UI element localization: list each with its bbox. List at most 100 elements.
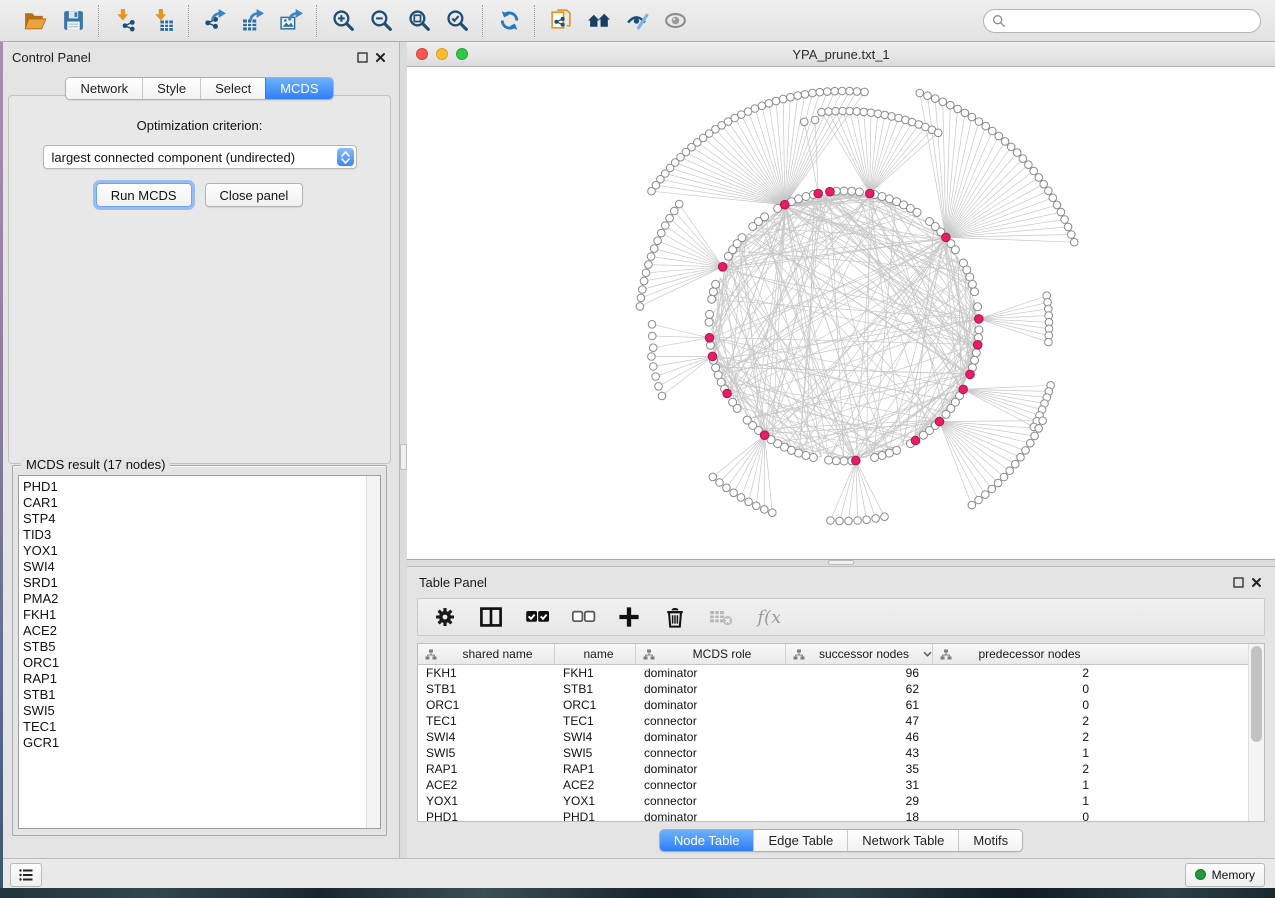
result-list-item[interactable]: STB1: [19, 687, 366, 703]
horizontal-splitter[interactable]: [407, 560, 1275, 567]
table-cell: FKH1: [555, 665, 636, 681]
gear-icon[interactable]: [432, 605, 458, 629]
result-list-item[interactable]: RAP1: [19, 671, 366, 687]
minimize-window-icon[interactable]: [436, 48, 448, 60]
result-list-item[interactable]: STB5: [19, 639, 366, 655]
close-table-panel-icon[interactable]: [1247, 573, 1265, 591]
tab-select[interactable]: Select: [200, 78, 265, 99]
export-image-icon[interactable]: [275, 5, 307, 37]
result-list-item[interactable]: CAR1: [19, 495, 366, 511]
zoom-fit-icon[interactable]: [403, 5, 435, 37]
document-network-icon[interactable]: [545, 5, 577, 37]
export-table-icon[interactable]: [237, 5, 269, 37]
column-header-predecessor-nodes[interactable]: predecessor nodes: [933, 644, 1103, 664]
zoom-selected-icon[interactable]: [441, 5, 473, 37]
result-list-item[interactable]: GCR1: [19, 735, 366, 751]
houses-icon[interactable]: [583, 5, 615, 37]
float-table-panel-icon[interactable]: [1229, 573, 1247, 591]
result-list-item[interactable]: TEC1: [19, 719, 366, 735]
main-toolbar: [0, 0, 1275, 42]
run-mcds-button[interactable]: Run MCDS: [96, 183, 192, 207]
tab-network-table[interactable]: Network Table: [847, 830, 958, 851]
close-panel-icon[interactable]: [371, 48, 389, 66]
table-row[interactable]: FKH1FKH1dominator962: [418, 665, 1249, 681]
result-list-item[interactable]: SWI4: [19, 559, 366, 575]
result-list-item[interactable]: YOX1: [19, 543, 366, 559]
main-content: Control Panel NetworkStyleSelectMCDS Opt…: [0, 42, 1275, 858]
column-header-shared-name[interactable]: shared name: [418, 644, 555, 664]
task-history-button[interactable]: [10, 863, 42, 887]
result-list-item[interactable]: FKH1: [19, 607, 366, 623]
column-header-name[interactable]: name: [555, 644, 636, 664]
floppy-save-icon[interactable]: [57, 5, 89, 37]
refresh-icon[interactable]: [493, 5, 525, 37]
table-row[interactable]: ACE2ACE2connector311: [418, 777, 1249, 793]
mcds-tab-content: Optimization criterion: largest connecte…: [8, 95, 391, 464]
column-header-MCDS-role[interactable]: MCDS role: [636, 644, 786, 664]
result-list-item[interactable]: SWI5: [19, 703, 366, 719]
table-row[interactable]: YOX1YOX1connector291: [418, 793, 1249, 809]
tab-node-table[interactable]: Node Table: [660, 830, 754, 851]
table-cell: 2: [933, 729, 1103, 745]
table-scrollbar[interactable]: [1248, 644, 1264, 821]
vertical-splitter[interactable]: [400, 42, 407, 858]
trash-icon[interactable]: [662, 605, 688, 629]
delete-table-icon: [708, 605, 734, 629]
select-all-icon[interactable]: [524, 605, 550, 629]
tab-motifs[interactable]: Motifs: [958, 830, 1022, 851]
vertical-splitter-handle[interactable]: [400, 444, 407, 470]
table-row[interactable]: TEC1TEC1connector472: [418, 713, 1249, 729]
table-cell: 1: [933, 793, 1103, 809]
table-row[interactable]: ORC1ORC1dominator610: [418, 697, 1249, 713]
result-list-item[interactable]: ACE2: [19, 623, 366, 639]
result-list-item[interactable]: ORC1: [19, 655, 366, 671]
eye-icon[interactable]: [659, 5, 691, 37]
table-row[interactable]: STB1STB1dominator620: [418, 681, 1249, 697]
split-columns-icon[interactable]: [478, 605, 504, 629]
tab-style[interactable]: Style: [142, 78, 200, 99]
import-network-icon[interactable]: [109, 5, 141, 37]
close-panel-button[interactable]: Close panel: [205, 183, 304, 207]
table-cell: 35: [786, 761, 933, 777]
tab-network[interactable]: Network: [66, 78, 142, 99]
column-header-successor-nodes[interactable]: successor nodes: [786, 644, 933, 664]
table-row[interactable]: SWI4SWI4dominator462: [418, 729, 1249, 745]
result-list-item[interactable]: SRD1: [19, 575, 366, 591]
close-window-icon[interactable]: [416, 48, 428, 60]
table-cell: connector: [636, 713, 786, 729]
table-row[interactable]: RAP1RAP1dominator352: [418, 761, 1249, 777]
memory-button[interactable]: Memory: [1185, 863, 1265, 887]
search-input[interactable]: [983, 9, 1261, 33]
desktop-wallpaper-bottom: [0, 888, 1275, 898]
zoom-in-icon[interactable]: [327, 5, 359, 37]
table-row[interactable]: PHD1PHD1dominator180: [418, 809, 1249, 822]
result-list-item[interactable]: STP4: [19, 511, 366, 527]
table-cell: TEC1: [555, 713, 636, 729]
add-icon[interactable]: [616, 605, 642, 629]
result-list-scrollbar[interactable]: [366, 476, 380, 828]
folder-open-icon[interactable]: [19, 5, 51, 37]
table-cell: RAP1: [418, 761, 555, 777]
table-cell: dominator: [636, 665, 786, 681]
table-scrollbar-thumb[interactable]: [1251, 646, 1262, 742]
horizontal-splitter-handle[interactable]: [828, 560, 854, 565]
zoom-out-icon[interactable]: [365, 5, 397, 37]
tab-mcds[interactable]: MCDS: [265, 78, 332, 99]
eye-pen-icon[interactable]: [621, 5, 653, 37]
result-list-item[interactable]: PHD1: [19, 479, 366, 495]
result-list-item[interactable]: PMA2: [19, 591, 366, 607]
table-cell: YOX1: [555, 793, 636, 809]
result-list-item[interactable]: TID3: [19, 527, 366, 543]
optimization-select[interactable]: largest connected component (undirected): [43, 145, 357, 169]
network-graph[interactable]: [407, 67, 1273, 559]
export-network-icon[interactable]: [199, 5, 231, 37]
tab-edge-table[interactable]: Edge Table: [753, 830, 847, 851]
table-row[interactable]: SWI5SWI5connector431: [418, 745, 1249, 761]
deselect-all-icon[interactable]: [570, 605, 596, 629]
table-cell: 1: [933, 745, 1103, 761]
zoom-window-icon[interactable]: [456, 48, 468, 60]
table-panel: Table Panel f(x) shared namenameMCDS rol: [407, 567, 1275, 858]
network-canvas[interactable]: [407, 67, 1275, 559]
float-panel-icon[interactable]: [353, 48, 371, 66]
import-table-icon[interactable]: [147, 5, 179, 37]
